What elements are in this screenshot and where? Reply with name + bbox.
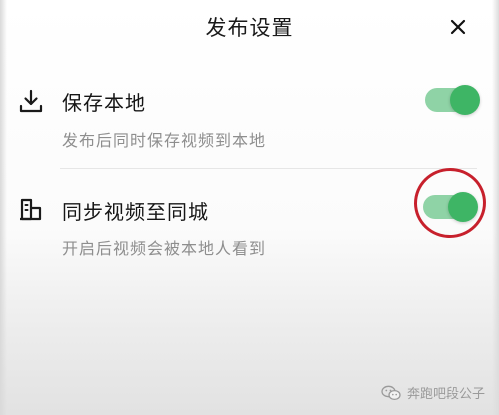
setting-label-save-local: 保存本地 <box>62 91 146 115</box>
toggle-knob <box>450 85 480 115</box>
download-icon <box>19 89 43 113</box>
save-local-toggle[interactable] <box>425 85 480 115</box>
page-title: 发布设置 <box>205 16 294 40</box>
setting-label-sync-city: 同步视频至同城 <box>62 200 209 224</box>
divider <box>60 168 477 169</box>
publish-settings-sheet: 发布设置 保存本地 发布后同时保存视频到本地 同步视频至同城 开启后视频会被本地… <box>0 0 499 415</box>
frame-edge-left <box>0 0 7 415</box>
setting-description-sync-city: 开启后视频会被本地人看到 <box>62 239 267 258</box>
frame-edge-right <box>492 0 499 415</box>
watermark-text: 奔跑吧段公子 <box>406 387 485 402</box>
building-icon <box>20 198 42 221</box>
watermark: 奔跑吧段公子 <box>381 383 485 402</box>
annotation-circle <box>410 164 490 242</box>
setting-description-save-local: 发布后同时保存视频到本地 <box>62 131 267 150</box>
close-icon <box>450 19 466 35</box>
close-button[interactable] <box>443 12 473 42</box>
wechat-icon <box>381 385 401 400</box>
